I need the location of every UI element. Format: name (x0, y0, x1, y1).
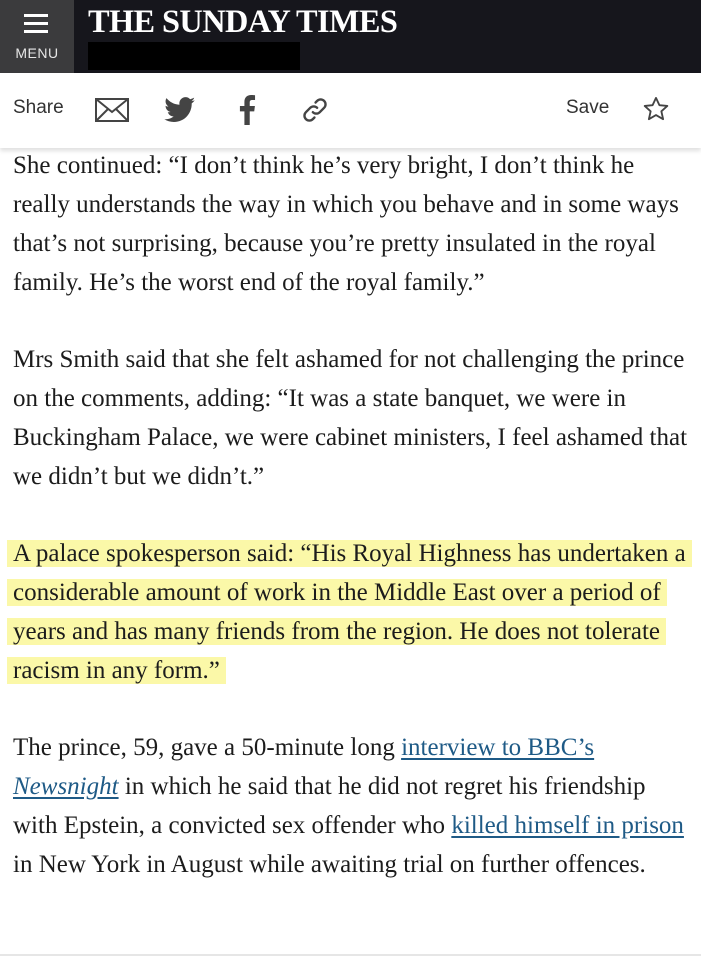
hamburger-icon (24, 14, 48, 34)
article-paragraph: Mrs Smith said that she felt ashamed for… (13, 346, 688, 490)
twitter-icon[interactable] (164, 97, 196, 123)
article-body: She continued: “I don’t think he’s very … (7, 150, 693, 922)
paragraph-text: The prince, 59, gave a 50-minute long (13, 734, 402, 761)
share-label: Share (13, 97, 64, 118)
site-header: MENU THE SUNDAY TIMES (0, 0, 701, 73)
star-icon[interactable] (642, 95, 670, 123)
masthead-redaction-bar (88, 42, 300, 70)
killed-himself-link[interactable]: killed himself in prison (451, 812, 684, 839)
email-icon[interactable] (95, 98, 129, 122)
article-paragraph: She continued: “I don’t think he’s very … (13, 152, 679, 296)
link-icon[interactable] (302, 97, 328, 123)
facebook-icon[interactable] (238, 95, 256, 125)
article-paragraph: The prince, 59, gave a 50-minute long in… (13, 728, 693, 884)
masthead-logo[interactable]: THE SUNDAY TIMES (88, 4, 398, 41)
save-button[interactable]: Save (566, 97, 609, 119)
article-paragraph-highlighted: A palace spokesperson said: “His Royal H… (7, 534, 693, 690)
menu-label: MENU (15, 45, 59, 61)
highlighted-quote: A palace spokesperson said: “His Royal H… (7, 540, 692, 684)
menu-button[interactable]: MENU (0, 0, 74, 73)
share-toolbar: Share Save (0, 73, 701, 148)
paragraph-text: in New York in August while awaiting tri… (13, 851, 646, 878)
